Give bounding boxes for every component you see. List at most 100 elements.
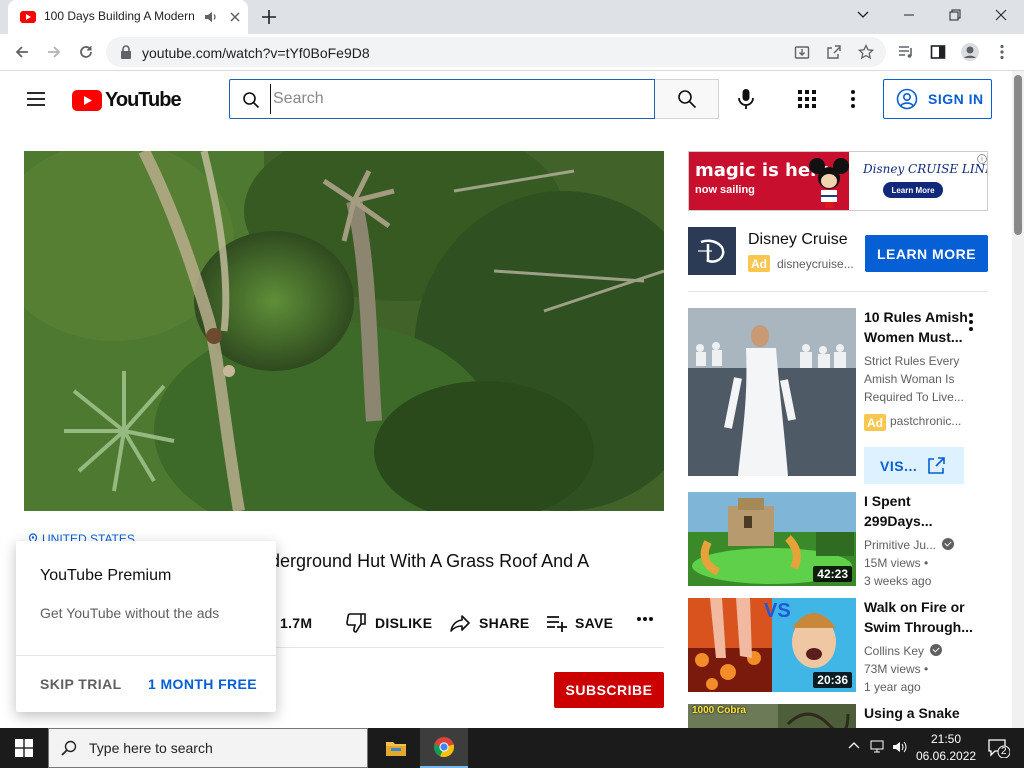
url-text: youtube.com/watch?v=tYf0BoFe9D8 — [142, 45, 370, 61]
subscribe-button[interactable]: SUBSCRIBE — [554, 672, 664, 708]
video-duration: 42:23 — [813, 566, 852, 582]
page-scrollbar[interactable] — [1012, 71, 1024, 728]
tab-title: 100 Days Building A Modern — [44, 9, 195, 23]
rec-description: Strict Rules Every Amish Woman Is Requir… — [864, 354, 964, 404]
address-bar[interactable]: youtube.com/watch?v=tYf0BoFe9D8 — [106, 37, 886, 67]
save-button[interactable]: SAVE — [545, 612, 613, 634]
network-icon[interactable] — [870, 740, 886, 754]
popup-description: Get YouTube without the ads — [40, 605, 220, 621]
media-icon[interactable] — [896, 42, 916, 62]
notification-count: 2 — [1001, 746, 1007, 757]
rec-channel: Collins Key — [864, 644, 925, 658]
rec-channel-row[interactable]: Collins Key — [864, 642, 943, 660]
youtube-logo[interactable]: YouTube — [72, 89, 182, 112]
rec-more-icon[interactable] — [968, 312, 974, 332]
rec-title[interactable]: Walk on Fire or Swim Through... — [864, 597, 974, 637]
dislike-label: DISLIKE — [375, 615, 433, 631]
sign-in-button[interactable]: SIGN IN — [883, 79, 992, 119]
disney-banner-ad[interactable]: magic is here now sailing Disney CRUISE … — [688, 151, 988, 211]
lock-icon[interactable] — [120, 45, 132, 59]
install-icon[interactable] — [792, 42, 812, 62]
visit-button[interactable]: VIS... — [864, 447, 964, 484]
hamburger-menu-icon[interactable] — [26, 91, 46, 107]
cobra-badge: 1000 Cobra — [692, 705, 746, 716]
like-count: 1.7M — [280, 615, 313, 631]
taskbar-search-box[interactable]: Type here to search — [48, 728, 368, 768]
chevron-up-icon[interactable] — [848, 741, 860, 749]
notifications-icon[interactable]: 2 — [988, 738, 1010, 758]
banner-subline: now sailing — [695, 184, 755, 196]
disney-logo-icon[interactable] — [688, 227, 736, 275]
rec-channel-row[interactable]: Primitive Ju... — [864, 536, 955, 554]
rec-thumbnail[interactable]: 1000 Cobra — [688, 704, 856, 728]
search-input[interactable] — [270, 84, 640, 114]
sign-in-label: SIGN IN — [928, 91, 984, 107]
forward-icon[interactable] — [44, 42, 64, 62]
promo-advertiser-name[interactable]: Disney Cruise — [748, 231, 848, 249]
search-icon — [242, 91, 260, 109]
banner-learn-more-button[interactable]: Learn More — [883, 182, 943, 198]
windows-start-icon[interactable] — [0, 728, 48, 768]
rec-thumbnail[interactable]: 42:23 — [688, 492, 856, 586]
chrome-taskbar-icon[interactable] — [420, 728, 468, 768]
tab-close-icon[interactable] — [228, 10, 242, 24]
sidepanel-icon[interactable] — [928, 42, 948, 62]
thumbs-down-icon — [346, 613, 366, 633]
browser-toolbar: youtube.com/watch?v=tYf0BoFe9D8 — [0, 34, 1024, 71]
rec-thumbnail[interactable]: VS 20:36 — [688, 598, 856, 692]
star-icon[interactable] — [856, 42, 876, 62]
learn-more-button[interactable]: LEARN MORE — [865, 235, 988, 272]
restore-icon[interactable] — [932, 0, 978, 30]
chevron-down-icon[interactable] — [840, 0, 886, 30]
close-icon[interactable] — [978, 0, 1024, 30]
search-button[interactable] — [655, 79, 719, 119]
rec-views: 73M views — [864, 662, 921, 676]
minimize-icon[interactable] — [886, 0, 932, 30]
new-tab-plus-icon[interactable] — [260, 8, 278, 26]
kebab-icon[interactable] — [992, 42, 1012, 62]
share-button[interactable]: SHARE — [449, 612, 530, 634]
settings-kebab-icon[interactable] — [850, 89, 856, 109]
logo-wordmark: YouTube — [105, 89, 182, 111]
video-player[interactable] — [24, 151, 664, 511]
browser-tab[interactable]: 100 Days Building A Modern — [8, 0, 248, 34]
playlist-add-icon — [547, 616, 567, 632]
dot-separator: • — [920, 556, 929, 570]
scrollbar-thumb[interactable] — [1014, 75, 1022, 235]
rec-channel[interactable]: pastchronic... — [890, 414, 961, 428]
verified-check-icon — [930, 644, 943, 656]
rec-views-row: 15M views • — [864, 554, 928, 572]
clock-time[interactable]: 21:50 — [916, 732, 976, 746]
search-icon — [61, 740, 77, 756]
aerial-jungle-video-frame — [24, 151, 664, 511]
speaker-icon[interactable] — [204, 10, 218, 24]
ad-info-icon[interactable]: i — [977, 154, 987, 164]
rec-views: 15M views — [864, 556, 921, 570]
rec-title[interactable]: 10 Rules Amish Women Must... — [864, 307, 974, 347]
month-free-button[interactable]: 1 MONTH FREE — [148, 676, 257, 692]
back-icon[interactable] — [12, 42, 32, 62]
rec-thumbnail[interactable] — [688, 308, 856, 476]
search-box — [229, 79, 655, 119]
reload-icon[interactable] — [76, 42, 96, 62]
visit-label: VIS... — [880, 457, 918, 474]
file-explorer-icon[interactable] — [372, 728, 420, 768]
share-icon[interactable] — [824, 42, 844, 62]
dislike-button[interactable]: DISLIKE — [345, 612, 432, 634]
volume-icon[interactable] — [892, 740, 908, 754]
apps-grid-icon[interactable] — [797, 89, 817, 109]
microphone-icon[interactable] — [734, 87, 758, 111]
more-actions-icon[interactable] — [636, 616, 662, 622]
system-tray: 21:50 06.06.2022 2 — [834, 728, 1024, 768]
vs-badge: VS — [764, 600, 791, 622]
rec-views-row: 73M views • — [864, 660, 928, 678]
profile-icon[interactable] — [960, 42, 980, 62]
clock-date[interactable]: 06.06.2022 — [916, 749, 976, 763]
rec-title[interactable]: I Spent 299Days... — [864, 491, 974, 531]
save-label: SAVE — [575, 615, 614, 631]
popup-title: YouTube Premium — [40, 567, 172, 584]
amish-video-thumbnail — [688, 308, 856, 476]
skip-trial-button[interactable]: SKIP TRIAL — [40, 676, 122, 692]
rec-title[interactable]: Using a Snake — [864, 703, 974, 723]
rec-channel: Primitive Ju... — [864, 538, 937, 552]
